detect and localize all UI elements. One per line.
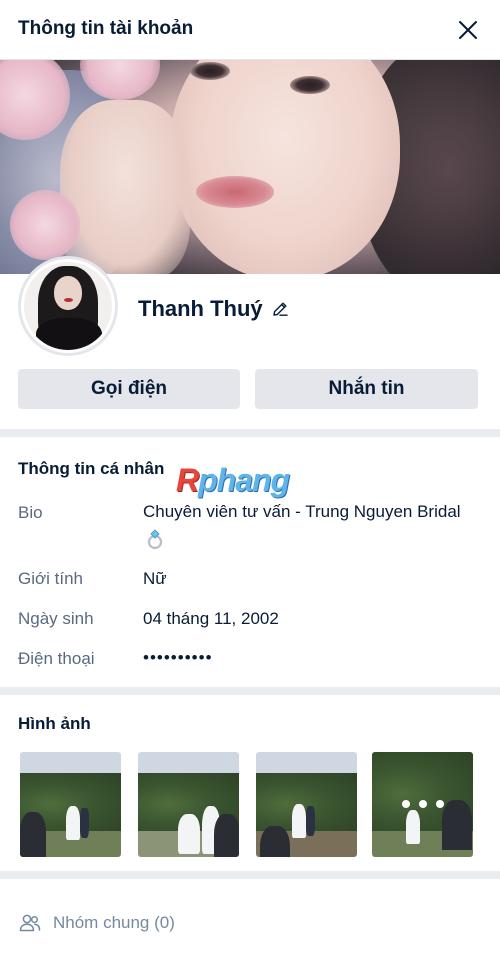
cover-hand-shape [60, 100, 190, 274]
photo-thumbnail[interactable] [256, 752, 357, 857]
photo-thumbnail[interactable] [138, 752, 239, 857]
avatar-face-shape [54, 276, 82, 310]
profile-name: Thanh Thuý [138, 296, 263, 321]
avatar[interactable] [18, 256, 118, 356]
modal-header: Thông tin tài khoản [0, 0, 500, 60]
gender-value: Nữ [143, 569, 167, 588]
cover-flower-2 [10, 190, 80, 260]
common-groups-label: Nhóm chung (0) [53, 913, 175, 932]
phone-value: •••••••••• [143, 648, 213, 667]
cover-photo[interactable] [0, 60, 500, 274]
bio-value: Chuyên viên tư vấn - Trung Nguyen Bridal [143, 502, 461, 521]
photo-bride [292, 804, 306, 838]
more-dots-icon[interactable] [402, 800, 444, 808]
section-divider [0, 429, 500, 437]
birthday-label: Ngày sinh [18, 609, 94, 628]
cover-eye-right [290, 76, 330, 94]
photo-photographer [260, 826, 290, 857]
call-button[interactable]: Gọi điện [18, 369, 240, 409]
modal-title: Thông tin tài khoản [18, 18, 194, 39]
photo-photographer [20, 812, 46, 857]
photo-bride [66, 806, 80, 840]
personal-info-title: Thông tin cá nhân [18, 459, 165, 478]
photo-groom [80, 808, 89, 838]
avatar-mouth-shape [64, 298, 73, 302]
cover-lips-shape [196, 176, 274, 208]
cover-face-shape [170, 60, 400, 274]
photo-bride [406, 810, 420, 844]
edit-pencil-icon[interactable] [271, 300, 289, 318]
common-groups-row[interactable]: Nhóm chung (0) [18, 909, 175, 937]
photo-thumbnail[interactable] [20, 752, 121, 857]
avatar-image [24, 262, 112, 350]
bio-label: Bio [18, 503, 43, 522]
section-divider [0, 687, 500, 695]
message-button[interactable]: Nhắn tin [255, 369, 478, 409]
avatar-body-shape [36, 318, 102, 350]
cover-eye-left [190, 62, 230, 80]
group-icon [19, 914, 41, 932]
photo-thumbnail-more[interactable] [372, 752, 473, 857]
phone-label: Điện thoại [18, 649, 95, 668]
section-divider [0, 871, 500, 879]
photo-photographer [442, 800, 472, 850]
watermark-logo: Rphang [176, 462, 290, 498]
close-icon[interactable] [455, 17, 481, 43]
gender-label: Giới tính [18, 569, 84, 588]
photo-bride [178, 814, 200, 854]
ring-emoji-icon [147, 529, 163, 550]
photos-title: Hình ảnh [18, 714, 91, 733]
photo-groom [306, 806, 315, 836]
birthday-value: 04 tháng 11, 2002 [143, 609, 279, 628]
photo-photographer [214, 814, 239, 857]
